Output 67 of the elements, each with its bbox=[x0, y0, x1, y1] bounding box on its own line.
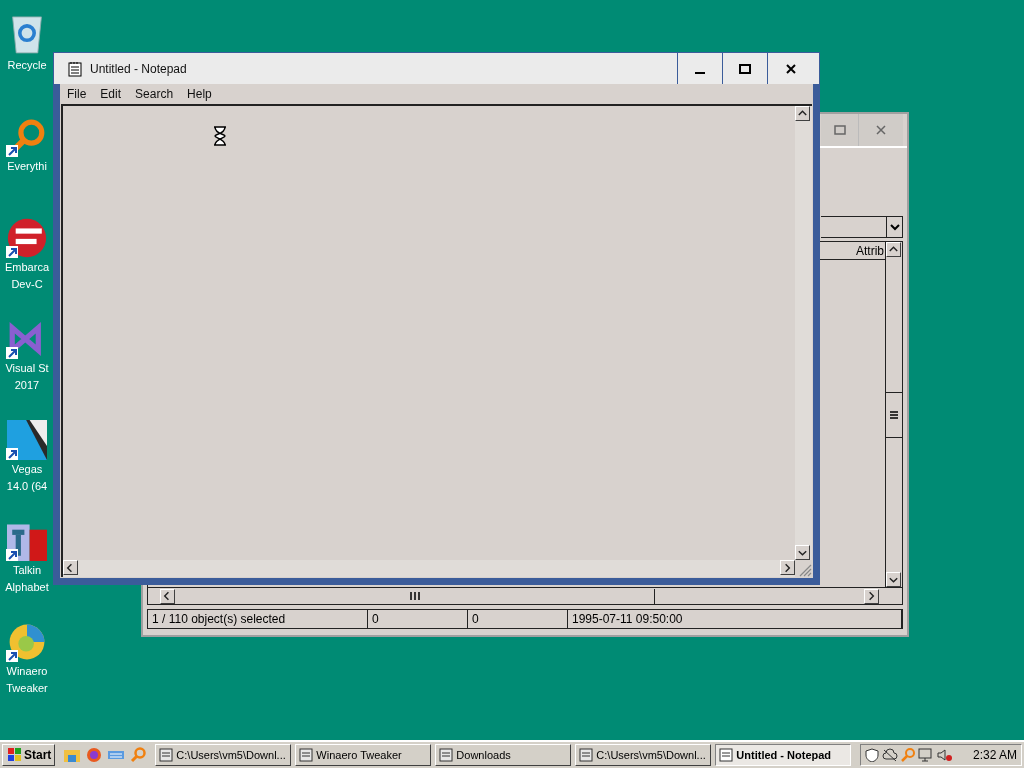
hourglass-cursor-icon bbox=[213, 126, 227, 146]
status-bar-field: 1 / 110 object(s) selected bbox=[148, 610, 368, 628]
notepad-icon bbox=[68, 60, 82, 77]
up-arrow-button[interactable] bbox=[886, 242, 901, 257]
grip-icon bbox=[890, 410, 898, 419]
status-bar-field: 1995-07-11 09:50:00 bbox=[568, 610, 902, 628]
minimize-icon bbox=[694, 71, 706, 74]
path-dropdown[interactable] bbox=[821, 216, 903, 238]
icon-label: 2017 bbox=[14, 378, 40, 393]
icon-label: Everythi bbox=[7, 159, 47, 174]
right-arrow-button[interactable] bbox=[780, 560, 795, 575]
icon-label: Dev-C bbox=[11, 277, 43, 292]
taskbar-button[interactable]: Downloads bbox=[435, 744, 572, 766]
taskbar-button[interactable]: C:\Users\vm5\Downl... bbox=[155, 744, 292, 766]
monitor-icon[interactable] bbox=[918, 748, 934, 762]
icon-label: Winaero bbox=[6, 664, 48, 679]
dev-logo-icon bbox=[7, 218, 47, 258]
menu-item[interactable]: Help bbox=[187, 85, 212, 103]
clock: 2:32 AM bbox=[972, 747, 1017, 764]
left-arrow-button[interactable] bbox=[160, 588, 175, 604]
menu-item[interactable]: Edit bbox=[100, 85, 122, 103]
menu-item[interactable]: Search bbox=[135, 85, 174, 103]
shield-icon[interactable] bbox=[865, 748, 879, 762]
cloud-icon[interactable] bbox=[882, 748, 898, 762]
app-icon bbox=[299, 748, 314, 762]
down-arrow-button[interactable] bbox=[795, 545, 810, 560]
left-arrow-button[interactable] bbox=[63, 560, 78, 575]
app-icon bbox=[439, 748, 454, 762]
close-icon bbox=[875, 124, 887, 136]
icon-label: Tweaker bbox=[6, 681, 48, 696]
maximize-icon bbox=[833, 125, 846, 135]
grip-icon bbox=[409, 592, 420, 600]
menu-item[interactable]: File bbox=[67, 85, 87, 103]
icon-label: Talkin bbox=[12, 563, 42, 578]
letter-blocks-icon bbox=[7, 521, 47, 561]
horizontal-scrollbar[interactable] bbox=[63, 560, 795, 577]
status-bar-field: 0 bbox=[468, 610, 568, 628]
app-icon bbox=[579, 748, 594, 762]
up-arrow-button[interactable] bbox=[795, 106, 810, 121]
scroll-thumb[interactable] bbox=[886, 391, 902, 438]
vertical-scrollbar[interactable] bbox=[885, 242, 902, 587]
right-arrow-button[interactable] bbox=[864, 588, 879, 604]
icon-label: Alphabet bbox=[5, 580, 49, 595]
column-header[interactable]: Attrib bbox=[856, 241, 884, 260]
taskbar-button[interactable]: Winaero Tweaker bbox=[295, 744, 432, 766]
taskbar-button[interactable]: Untitled - Notepad bbox=[715, 744, 852, 766]
film-strip-icon bbox=[7, 420, 47, 460]
speaker-muted-icon[interactable] bbox=[937, 748, 953, 762]
maximize-icon bbox=[739, 63, 751, 74]
taskbar-button[interactable]: C:\Users\vm5\Downl... bbox=[575, 744, 712, 766]
icon-label: Recycle bbox=[7, 58, 47, 73]
vertical-scrollbar[interactable] bbox=[795, 106, 812, 560]
close-icon bbox=[784, 62, 797, 75]
start-button[interactable]: Start bbox=[2, 744, 56, 766]
icon-label: Visual St bbox=[5, 361, 49, 376]
swirl-logo-icon bbox=[7, 622, 47, 662]
chevron-down-icon bbox=[889, 223, 900, 231]
icon-label: 14.0 (64 bbox=[6, 479, 48, 494]
status-bar-field: 0 bbox=[368, 610, 468, 628]
icon-label: Embarca bbox=[5, 260, 49, 275]
icon-label: Vegas bbox=[11, 462, 43, 477]
down-arrow-button[interactable] bbox=[886, 572, 901, 587]
app-icon bbox=[719, 748, 734, 762]
browser-icon[interactable] bbox=[86, 747, 103, 763]
app-icon bbox=[159, 748, 174, 762]
windows-flag-icon bbox=[6, 748, 22, 762]
window-title: Untitled - Notepad bbox=[90, 60, 188, 78]
